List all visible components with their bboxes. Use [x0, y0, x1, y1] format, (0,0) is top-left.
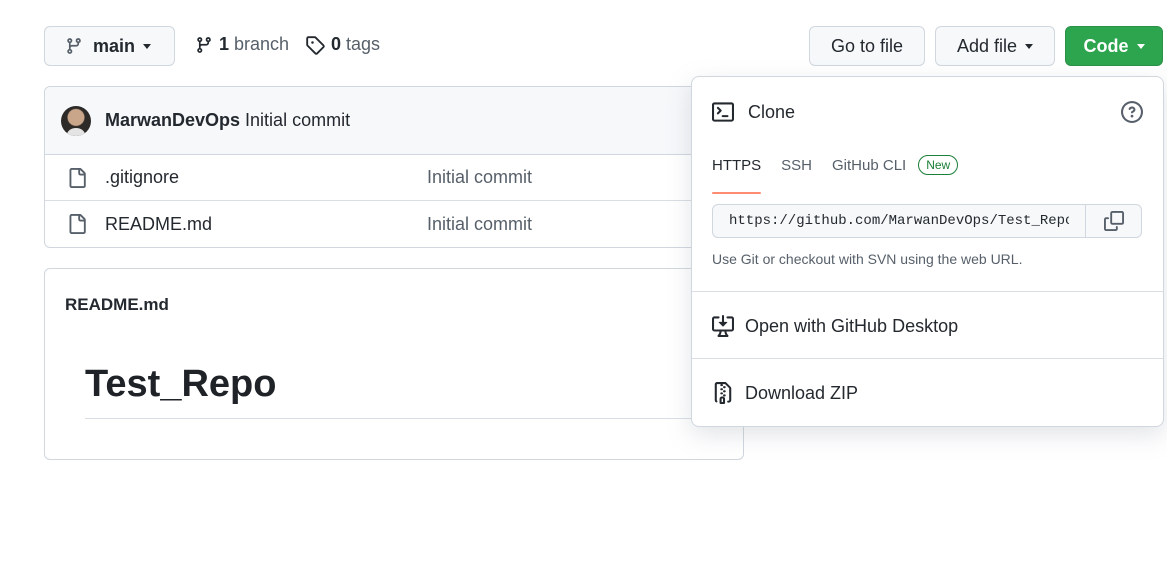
- clone-url-field: [712, 204, 1142, 238]
- copy-url-button[interactable]: [1085, 205, 1141, 237]
- caret-down-icon: [1136, 43, 1145, 49]
- table-row: .gitignore Initial commit: [45, 155, 743, 201]
- code-button[interactable]: Code: [1065, 26, 1163, 66]
- branch-count: 1: [219, 34, 230, 54]
- file-commit-message[interactable]: Initial commit: [427, 167, 532, 188]
- tag-icon: [306, 35, 325, 55]
- clone-title: Clone: [748, 101, 796, 122]
- commit-author[interactable]: MarwanDevOps: [105, 110, 240, 131]
- clone-url-input[interactable]: [713, 205, 1085, 237]
- file-name[interactable]: .gitignore: [105, 167, 179, 188]
- git-branch-icon: [67, 38, 81, 54]
- tab-ssh[interactable]: SSH: [781, 157, 812, 174]
- clone-url-hint: Use Git or checkout with SVN using the w…: [712, 251, 1023, 267]
- copy-icon: [1103, 211, 1124, 231]
- branch-label: branch: [234, 34, 290, 54]
- clone-header: Clone: [712, 101, 795, 123]
- new-badge: New: [918, 155, 959, 175]
- go-to-file-button[interactable]: Go to file: [809, 26, 925, 66]
- file-icon: [69, 167, 86, 188]
- branch-name: main: [93, 35, 136, 56]
- avatar[interactable]: [61, 105, 91, 136]
- readme-section: README.md Test_Repo: [44, 268, 744, 460]
- code-label: Code: [1083, 35, 1129, 56]
- git-branch-icon: [197, 36, 211, 53]
- divider: [692, 291, 1163, 292]
- tab-github-cli[interactable]: GitHub CLI New: [832, 155, 959, 175]
- caret-down-icon: [143, 43, 152, 49]
- clone-tabs: HTTPS SSH GitHub CLI New: [712, 155, 978, 194]
- branch-selector-button[interactable]: main: [44, 26, 175, 66]
- download-zip-item[interactable]: Download ZIP: [712, 382, 858, 404]
- file-icon: [69, 214, 86, 234]
- file-zip-icon: [714, 382, 732, 404]
- readme-filename[interactable]: README.md: [65, 295, 169, 315]
- tab-github-cli-label: GitHub CLI: [832, 156, 907, 174]
- tag-count: 0: [331, 34, 342, 54]
- terminal-icon: [712, 102, 734, 122]
- desktop-download-icon: [712, 315, 734, 337]
- question-icon[interactable]: [1121, 101, 1143, 123]
- heading-divider: [85, 418, 743, 419]
- table-row: README.md Initial commit: [45, 201, 743, 247]
- latest-commit-header: MarwanDevOps Initial commit: [45, 87, 743, 155]
- add-file-label: Add file: [956, 35, 1018, 56]
- open-desktop-label: Open with GitHub Desktop: [745, 315, 959, 336]
- tab-https[interactable]: HTTPS: [712, 157, 762, 194]
- file-listing: MarwanDevOps Initial commit .gitignore I…: [44, 86, 744, 248]
- file-name[interactable]: README.md: [105, 214, 212, 235]
- add-file-button[interactable]: Add file: [935, 26, 1055, 66]
- readme-heading: Test_Repo: [85, 363, 277, 405]
- tags-link[interactable]: 0 tags: [305, 34, 380, 55]
- branches-link[interactable]: 1 branch: [195, 34, 289, 55]
- download-zip-label: Download ZIP: [745, 382, 859, 403]
- caret-down-icon: [1025, 43, 1034, 49]
- open-desktop-item[interactable]: Open with GitHub Desktop: [712, 315, 958, 337]
- commit-message[interactable]: Initial commit: [245, 110, 350, 131]
- file-commit-message[interactable]: Initial commit: [427, 214, 532, 235]
- tag-label: tags: [346, 34, 381, 54]
- divider: [692, 358, 1163, 359]
- clone-dropdown: Clone HTTPS SSH GitHub CLI New Use Git o…: [691, 76, 1164, 427]
